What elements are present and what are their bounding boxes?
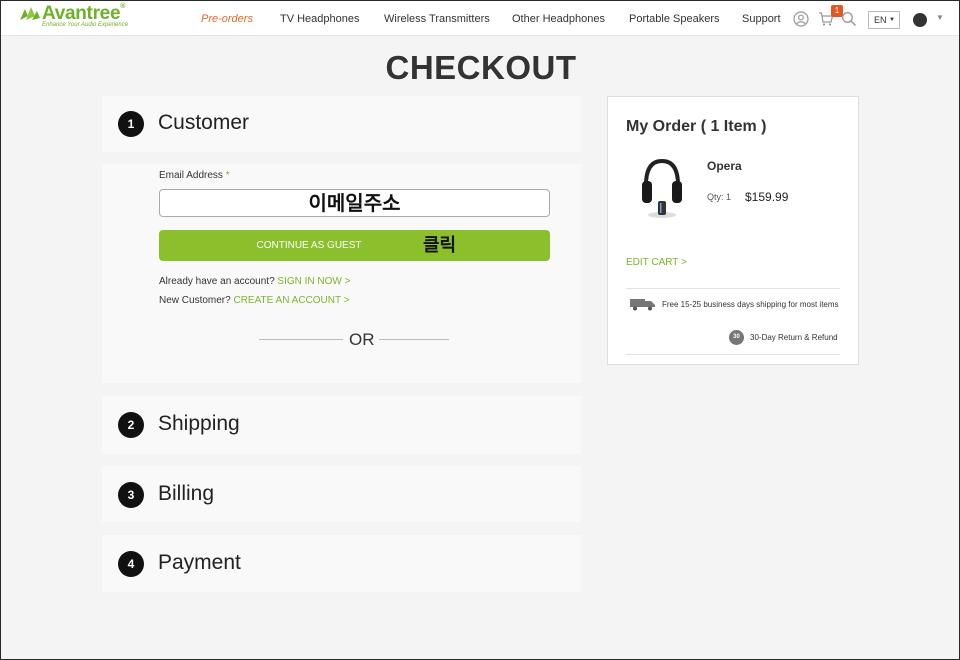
order-summary: My Order ( 1 Item ) Opera Qty: 1 $159.99…	[607, 96, 859, 365]
sign-in-link[interactable]: SIGN IN NOW >	[277, 276, 350, 287]
return-note: 30-Day Return & Refund	[750, 333, 838, 342]
step-number: 1	[118, 111, 144, 137]
step-customer-header: 1 Customer	[102, 96, 581, 152]
search-icon[interactable]	[841, 11, 857, 27]
step-title: Shipping	[158, 412, 240, 435]
globe-icon[interactable]	[913, 13, 927, 27]
top-navbar: Avantree® Enhance Your Audio Experience …	[1, 1, 959, 36]
step-billing-header[interactable]: 3 Billing	[102, 466, 581, 522]
checkout-page: Avantree® Enhance Your Audio Experience …	[0, 0, 960, 660]
step-title: Payment	[158, 551, 241, 574]
nav-tv-headphones[interactable]: TV Headphones	[280, 1, 360, 36]
continue-as-guest-button[interactable]: CONTINUE AS GUEST 클릭	[159, 230, 550, 261]
divider-line	[379, 339, 449, 340]
nav-pre-orders[interactable]: Pre-orders	[201, 1, 253, 36]
step-title: Billing	[158, 482, 215, 505]
email-field[interactable]: 이메일주소	[159, 189, 550, 217]
product-name: Opera	[707, 159, 742, 173]
shipping-note: Free 15-25 business days shipping for mo…	[662, 300, 839, 309]
nav-wireless-transmitters[interactable]: Wireless Transmitters	[384, 1, 490, 36]
step-payment-header[interactable]: 4 Payment	[102, 535, 581, 592]
step-number: 3	[118, 482, 144, 508]
step-title: Customer	[158, 111, 250, 134]
chevron-down-icon[interactable]: ▼	[936, 13, 944, 22]
truck-icon	[630, 299, 655, 311]
product-price: $159.99	[745, 190, 789, 204]
divider	[626, 354, 840, 355]
headphones-product-image	[642, 158, 682, 218]
guest-button-label: CONTINUE AS GUEST	[256, 240, 362, 251]
user-icon[interactable]	[793, 11, 809, 27]
nav-portable-speakers[interactable]: Portable Speakers	[629, 1, 720, 36]
brand-tagline: Enhance Your Audio Experience	[42, 22, 129, 28]
chevron-down-icon: ▼	[889, 17, 895, 23]
page-title: CHECKOUT	[385, 49, 577, 86]
create-account-link[interactable]: CREATE AN ACCOUNT >	[233, 295, 349, 306]
email-label: Email Address *	[159, 170, 230, 181]
nav-support[interactable]: Support	[742, 1, 781, 36]
return-30-icon: 30	[729, 330, 744, 345]
nav-other-headphones[interactable]: Other Headphones	[512, 1, 605, 36]
click-annotation: 클릭	[423, 235, 457, 256]
divider	[626, 288, 840, 289]
order-title: My Order ( 1 Item )	[626, 118, 767, 135]
or-text: OR	[349, 330, 375, 349]
brand-logo[interactable]: Avantree® Enhance Your Audio Experience	[19, 3, 129, 32]
step-number: 4	[118, 551, 144, 577]
create-account-line: New Customer? CREATE AN ACCOUNT >	[159, 295, 350, 306]
edit-cart-link[interactable]: EDIT CART >	[626, 257, 687, 268]
leaf-logo-icon	[20, 7, 40, 20]
step-shipping-header[interactable]: 2 Shipping	[102, 396, 581, 454]
language-select[interactable]: EN ▼	[868, 11, 900, 29]
divider-line	[259, 339, 343, 340]
step-number: 2	[118, 412, 144, 438]
product-qty: Qty: 1	[707, 192, 732, 202]
signin-line: Already have an account? SIGN IN NOW >	[159, 276, 351, 287]
or-divider: OR	[259, 330, 449, 350]
